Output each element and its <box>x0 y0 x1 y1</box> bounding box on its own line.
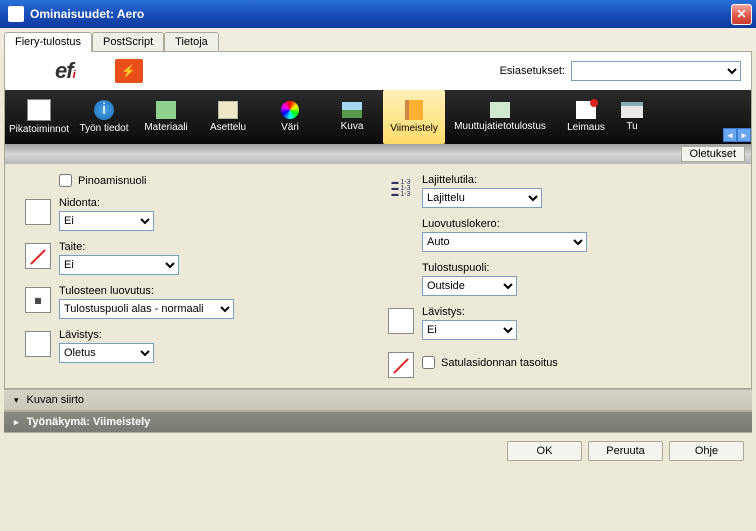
punch-right-row: Lävistys: Ei <box>388 306 731 340</box>
toolbar: Pikatoiminnot iTyön tiedot Materiaali As… <box>5 90 751 144</box>
image-icon <box>342 102 362 118</box>
tool-media[interactable]: Materiaali <box>135 90 197 144</box>
fiery-icon <box>115 59 143 83</box>
finishing-icon <box>405 100 423 120</box>
vdp-icon <box>490 102 510 118</box>
fold-select[interactable]: Ei <box>59 255 179 275</box>
spacer-icon <box>388 264 414 290</box>
defaults-bar: Oletukset <box>5 144 751 164</box>
help-button[interactable]: Ohje <box>669 441 744 461</box>
punch-right-icon <box>388 308 414 334</box>
footer: OK Peruuta Ohje <box>0 433 756 469</box>
brand-strip: efi Esiasetukset: <box>5 52 751 90</box>
cancel-button[interactable]: Peruuta <box>588 441 663 461</box>
print-side-row: Tulostuspuoli: Outside <box>388 262 731 296</box>
tab-about[interactable]: Tietoja <box>164 32 219 51</box>
saddle-comp-row: Satulasidonnan tasoitus <box>388 350 731 378</box>
fold-label: Taite: <box>59 241 179 253</box>
saddle-comp-checkbox-label[interactable]: Satulasidonnan tasoitus <box>422 356 558 369</box>
right-column: ▬ 1-3▬ 1-3▬ 1-3 Lajittelutila: Lajittelu… <box>388 174 731 378</box>
accordion-image-shift[interactable]: ▾ Kuvan siirto <box>4 389 752 411</box>
stapling-select[interactable]: Ei <box>59 211 154 231</box>
app-icon: ⚙ <box>8 6 24 22</box>
output-tray-label: Luovutuslokero: <box>422 218 587 230</box>
tool-stamping[interactable]: Leimaus <box>555 90 617 144</box>
tool-color[interactable]: Väri <box>259 90 321 144</box>
print-side-label: Tulostuspuoli: <box>422 262 517 274</box>
sort-mode-label: Lajittelutila: <box>422 174 542 186</box>
toolbar-scroll: ◄ ► <box>723 90 751 144</box>
punch-right-select[interactable]: Ei <box>422 320 517 340</box>
layout-icon <box>218 101 238 119</box>
left-column: Pinoamisnuoli Nidonta: Ei Taite: Ei ▦ <box>25 174 368 378</box>
output-delivery-label: Tulosteen luovutus: <box>59 285 234 297</box>
ok-button[interactable]: OK <box>507 441 582 461</box>
print-side-select[interactable]: Outside <box>422 276 517 296</box>
punch-left-row: Lävistys: Oletus <box>25 329 368 363</box>
toolbar-scroll-right[interactable]: ► <box>737 128 751 142</box>
fold-row: Taite: Ei <box>25 241 368 275</box>
page-icon <box>25 199 51 225</box>
fold-icon <box>25 243 51 269</box>
accordion-job-view-label: Työnäkymä: Viimeistely <box>27 416 151 428</box>
sort-icon: ▬ 1-3▬ 1-3▬ 1-3 <box>388 176 414 202</box>
punch-left-select[interactable]: Oletus <box>59 343 154 363</box>
output-delivery-select[interactable]: Tulostuspuoli alas - normaali <box>59 299 234 319</box>
stapling-label: Nidonta: <box>59 197 154 209</box>
presets-select[interactable] <box>571 61 741 81</box>
presets-label: Esiasetukset: <box>500 65 565 77</box>
output-tray-row: Luovutuslokero: Auto <box>388 218 731 252</box>
output-delivery-row: ▦ Tulosteen luovutus: Tulostuspuoli alas… <box>25 285 368 319</box>
tab-postscript[interactable]: PostScript <box>92 32 164 51</box>
chevron-down-icon: ▾ <box>14 395 19 406</box>
toolbar-scroll-left[interactable]: ◄ <box>723 128 737 142</box>
page-icon <box>27 99 51 121</box>
output-tray-select[interactable]: Auto <box>422 232 587 252</box>
tool-job-info[interactable]: iTyön tiedot <box>73 90 135 144</box>
stacking-arrow-text: Pinoamisnuoli <box>78 175 146 187</box>
tool-printer[interactable]: Tu <box>617 90 647 144</box>
stacking-arrow-checkbox[interactable] <box>59 174 72 187</box>
efi-logo: efi <box>55 58 75 84</box>
tool-vdp[interactable]: Muuttujatietotulostus <box>445 90 555 144</box>
tab-panel: efi Esiasetukset: Pikatoiminnot iTyön ti… <box>4 51 752 389</box>
spacer-icon <box>388 220 414 246</box>
tool-quick-actions[interactable]: Pikatoiminnot <box>5 90 73 144</box>
info-icon: i <box>94 100 114 120</box>
saddle-comp-checkbox[interactable] <box>422 356 435 369</box>
title-bar: ⚙ Ominaisuudet: Aero ✕ <box>0 0 756 28</box>
stamp-icon <box>576 101 596 119</box>
form-area: Pinoamisnuoli Nidonta: Ei Taite: Ei ▦ <box>5 164 751 388</box>
stacking-arrow-checkbox-label[interactable]: Pinoamisnuoli <box>59 174 146 187</box>
window-title: Ominaisuudet: Aero <box>30 7 731 21</box>
accordion-job-view[interactable]: ▸ Työnäkymä: Viimeistely <box>4 411 752 433</box>
defaults-button[interactable]: Oletukset <box>681 146 745 162</box>
punch-left-icon <box>25 331 51 357</box>
tool-finishing[interactable]: Viimeistely <box>383 90 445 144</box>
tool-image[interactable]: Kuva <box>321 90 383 144</box>
stapling-row: Nidonta: Ei <box>25 197 368 231</box>
tab-strip: Fiery-tulostus PostScript Tietoja <box>0 28 756 51</box>
accordion-image-shift-label: Kuvan siirto <box>27 394 84 406</box>
color-icon <box>281 101 299 119</box>
output-delivery-icon: ▦ <box>25 287 51 313</box>
saddle-icon <box>388 352 414 378</box>
media-icon <box>156 101 176 119</box>
saddle-comp-text: Satulasidonnan tasoitus <box>441 357 558 369</box>
punch-right-label: Lävistys: <box>422 306 517 318</box>
tool-layout[interactable]: Asettelu <box>197 90 259 144</box>
punch-left-label: Lävistys: <box>59 329 154 341</box>
printer-icon <box>621 102 643 118</box>
tab-fiery-print[interactable]: Fiery-tulostus <box>4 32 92 52</box>
stacking-arrow-row: Pinoamisnuoli <box>59 174 368 187</box>
sort-mode-select[interactable]: Lajittelu <box>422 188 542 208</box>
close-button[interactable]: ✕ <box>731 4 752 25</box>
chevron-right-icon: ▸ <box>14 417 19 428</box>
sort-mode-row: ▬ 1-3▬ 1-3▬ 1-3 Lajittelutila: Lajittelu <box>388 174 731 208</box>
